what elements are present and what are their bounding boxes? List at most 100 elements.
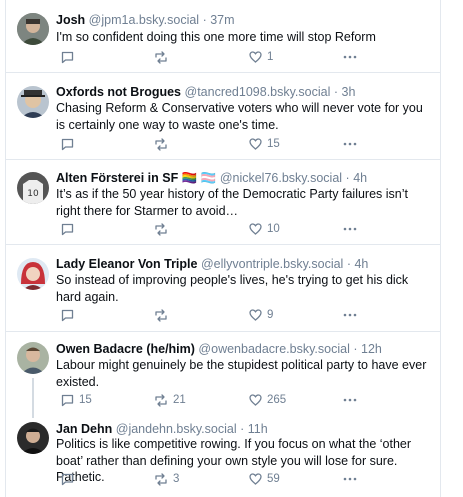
post-time[interactable]: 12h (361, 342, 382, 356)
separator-dot: · (346, 257, 351, 271)
post-header: Lady Eleanor Von Triple @ellyvontriple.b… (56, 256, 432, 272)
heart-icon (249, 309, 262, 321)
post-actions: 3 59 (56, 471, 386, 487)
reply-button[interactable] (61, 307, 79, 323)
post-actions: 10 (56, 221, 386, 237)
post-jan-dehn[interactable]: Jan Dehn @jandehn.bsky.social · 11h Poli… (6, 414, 440, 497)
post-header: Alten Försterei in SF 🏳️‍🌈 🏳️‍⚧️ @nickel… (56, 170, 432, 186)
like-button[interactable]: 59 (249, 471, 280, 487)
post-alten-forsterei[interactable]: 10 Alten Försterei in SF 🏳️‍🌈 🏳️‍⚧️ @nic… (6, 160, 440, 244)
reply-button[interactable] (61, 49, 79, 65)
reply-button[interactable] (61, 136, 79, 152)
reply-button[interactable] (61, 471, 79, 487)
more-options-button[interactable] (343, 49, 357, 65)
author-name[interactable]: Josh (56, 13, 85, 27)
like-count: 1 (267, 51, 274, 63)
repost-icon (154, 137, 168, 151)
author-handle[interactable]: @nickel76.bsky.social (220, 171, 342, 185)
avatar[interactable] (17, 13, 49, 45)
post-time[interactable]: 11h (248, 422, 268, 436)
heart-icon (249, 138, 262, 150)
repost-count: 21 (173, 394, 186, 406)
like-button[interactable]: 1 (249, 49, 273, 65)
repost-icon (154, 472, 168, 486)
post-time[interactable]: 37m (210, 13, 234, 27)
reply-icon (61, 309, 74, 322)
repost-button[interactable]: 3 (154, 471, 179, 487)
like-button[interactable]: 15 (249, 136, 280, 152)
thread-connector (32, 378, 34, 418)
author-name[interactable]: Lady Eleanor Von Triple (56, 257, 197, 271)
repost-button[interactable] (154, 307, 173, 323)
author-handle[interactable]: @jandehn.bsky.social (116, 422, 237, 436)
reply-icon (61, 51, 74, 64)
reply-count: 15 (79, 394, 92, 406)
post-actions: 9 (56, 307, 386, 323)
separator-dot: · (202, 13, 207, 27)
post-actions: 1 (56, 49, 386, 65)
repost-count: 3 (173, 473, 180, 485)
post-text: So instead of improving people's lives, … (56, 273, 409, 304)
post-time[interactable]: 4h (353, 171, 367, 185)
post-feed: Josh @jpm1a.bsky.social · 37m I'm so con… (5, 0, 441, 497)
repost-button[interactable] (154, 49, 173, 65)
post-header: Owen Badacre (he/him) @owenbadacre.bsky.… (56, 341, 432, 357)
post-owen-badacre[interactable]: Owen Badacre (he/him) @owenbadacre.bsky.… (6, 332, 440, 418)
author-name[interactable]: Alten Försterei in SF 🏳️‍🌈 🏳️‍⚧️ (56, 171, 216, 185)
avatar[interactable]: 10 (17, 172, 49, 204)
author-handle[interactable]: @ellyvontriple.bsky.social (201, 257, 343, 271)
more-options-button[interactable] (343, 221, 357, 237)
more-options-button[interactable] (343, 471, 357, 487)
post-lady-eleanor[interactable]: Lady Eleanor Von Triple @ellyvontriple.b… (6, 245, 440, 331)
post-oxfords-not-brogues[interactable]: Oxfords not Brogues @tancred1098.bsky.so… (6, 73, 440, 159)
like-count: 59 (267, 473, 280, 485)
like-count: 10 (267, 223, 280, 235)
more-options-button[interactable] (343, 307, 357, 323)
author-handle[interactable]: @jpm1a.bsky.social (89, 13, 199, 27)
author-name[interactable]: Owen Badacre (he/him) (56, 342, 195, 356)
avatar[interactable] (17, 258, 49, 290)
heart-icon (249, 51, 262, 63)
post-header: Oxfords not Brogues @tancred1098.bsky.so… (56, 84, 432, 100)
svg-text:10: 10 (27, 189, 39, 199)
avatar[interactable] (17, 86, 49, 118)
post-text: It’s as if the 50 year history of the De… (56, 187, 408, 218)
reply-icon (61, 394, 74, 407)
separator-dot: · (333, 85, 339, 99)
repost-icon (154, 308, 168, 322)
post-text: Chasing Reform & Conservative voters who… (56, 101, 423, 132)
ellipsis-icon (343, 55, 357, 59)
repost-button[interactable] (154, 136, 173, 152)
heart-icon (249, 473, 262, 485)
more-options-button[interactable] (343, 392, 357, 408)
like-button[interactable]: 9 (249, 307, 273, 323)
repost-button[interactable]: 21 (154, 392, 186, 408)
post-actions: 15 21 265 (56, 392, 386, 408)
author-name[interactable]: Oxfords not Brogues (56, 85, 181, 99)
post-time[interactable]: 3h (342, 85, 356, 99)
like-button[interactable]: 10 (249, 221, 280, 237)
avatar[interactable] (17, 342, 49, 374)
post-actions: 15 (56, 136, 386, 152)
more-options-button[interactable] (343, 136, 357, 152)
repost-icon (154, 393, 168, 407)
like-button[interactable]: 265 (249, 392, 286, 408)
author-name[interactable]: Jan Dehn (56, 422, 112, 436)
post-header: Jan Dehn @jandehn.bsky.social · 11h (56, 421, 432, 437)
post-text: I'm so confident doing this one more tim… (56, 30, 376, 44)
post-josh[interactable]: Josh @jpm1a.bsky.social · 37m I'm so con… (6, 0, 440, 72)
ellipsis-icon (343, 477, 357, 481)
post-time[interactable]: 4h (354, 257, 368, 271)
avatar[interactable] (17, 422, 49, 454)
post-text: Labour might genuinely be the stupidest … (56, 358, 427, 389)
repost-button[interactable] (154, 221, 173, 237)
ellipsis-icon (343, 313, 357, 317)
reply-button[interactable]: 15 (61, 392, 92, 408)
heart-icon (249, 394, 262, 406)
heart-icon (249, 223, 262, 235)
reply-icon (61, 223, 74, 236)
reply-button[interactable] (61, 221, 79, 237)
author-handle[interactable]: @owenbadacre.bsky.social (198, 342, 349, 356)
author-handle[interactable]: @tancred1098.bsky.social (185, 85, 331, 99)
separator-dot: · (353, 342, 358, 356)
